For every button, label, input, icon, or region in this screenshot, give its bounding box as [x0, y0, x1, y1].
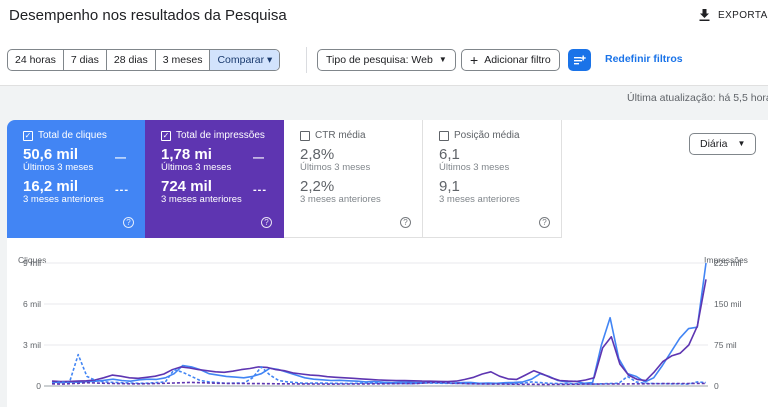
- granularity-dropdown[interactable]: Diária ▼: [689, 133, 757, 155]
- impressions-current-period: Últimos 3 meses: [161, 162, 232, 173]
- position-card[interactable]: Posição média 6,1 Últimos 3 meses 9,1 3 …: [423, 120, 562, 238]
- performance-panel: ✓ Total de cliques 50,6 mil Últimos 3 mes…: [7, 120, 768, 407]
- download-icon: [699, 9, 710, 21]
- search-type-dropdown[interactable]: Tipo de pesquisa: Web ▼: [317, 49, 456, 71]
- position-label: Posição média: [454, 130, 520, 141]
- right-tick-label: 75 mil: [714, 340, 737, 350]
- impressions-current: 1,78 mi: [161, 146, 212, 163]
- ctr-current: 2,8%: [300, 146, 335, 163]
- page-title: Desempenho nos resultados da Pesquisa: [9, 7, 287, 24]
- ctr-label-row: CTR média: [300, 130, 422, 141]
- add-filter-label: Adicionar filtro: [484, 54, 551, 66]
- top-bar: Desempenho nos resultados da Pesquisa EX…: [0, 0, 768, 34]
- filter-icon: [574, 55, 586, 64]
- help-icon[interactable]: ?: [261, 217, 272, 228]
- filter-settings-button[interactable]: [568, 49, 591, 71]
- date-range-selector: 24 horas 7 dias 28 dias 3 meses Comparar…: [7, 49, 281, 71]
- divider: [306, 47, 307, 73]
- chevron-down-icon: ▼: [737, 139, 746, 148]
- search-type-label: Tipo de pesquisa: Web: [326, 54, 433, 66]
- export-button[interactable]: EXPORTAR: [699, 9, 768, 21]
- range-24h[interactable]: 24 horas: [8, 50, 64, 70]
- checkbox-unchecked-icon[interactable]: [300, 130, 310, 141]
- ctr-label: CTR média: [315, 130, 366, 141]
- dashed-line-marker-icon: ---: [115, 184, 129, 196]
- position-current-period: Últimos 3 meses: [439, 162, 510, 173]
- solid-line-marker-icon: —: [115, 152, 127, 164]
- range-7d[interactable]: 7 dias: [64, 50, 107, 70]
- position-previous: 9,1: [439, 178, 460, 195]
- clicks-label: Total de cliques: [38, 130, 107, 141]
- help-icon[interactable]: ?: [123, 217, 134, 228]
- ctr-card[interactable]: CTR média 2,8% Últimos 3 meses 2,2% 3 me…: [284, 120, 423, 238]
- chart-lines: [51, 262, 707, 386]
- ctr-previous-period: 3 meses anteriores: [300, 194, 381, 205]
- checkbox-unchecked-icon[interactable]: [439, 130, 449, 141]
- left-tick-label: 0: [36, 381, 41, 391]
- ctr-previous: 2,2%: [300, 178, 335, 195]
- plus-icon: +: [470, 52, 479, 68]
- last-update-text: Última atualização: há 5,5 horas: [627, 92, 768, 104]
- impressions-card[interactable]: ✓ Total de impressões 1,78 mi Últimos 3 m…: [145, 120, 284, 238]
- dashed-line-marker-icon: ---: [253, 184, 267, 196]
- series-line: [51, 279, 707, 383]
- position-previous-period: 3 meses anteriores: [439, 194, 520, 205]
- granularity-label: Diária: [700, 138, 728, 150]
- range-28d[interactable]: 28 dias: [107, 50, 156, 70]
- reset-filters-link[interactable]: Redefinir filtros: [605, 53, 683, 65]
- clicks-label-row: ✓ Total de cliques: [23, 130, 145, 141]
- series-line: [51, 262, 707, 385]
- impressions-label: Total de impressões: [176, 130, 265, 141]
- checkbox-checked-icon[interactable]: ✓: [23, 130, 33, 141]
- range-compare[interactable]: Comparar ▾: [210, 50, 280, 70]
- position-label-row: Posição média: [439, 130, 561, 141]
- help-icon[interactable]: ?: [539, 217, 550, 228]
- chart-ticks: 9 mil 225 mil 6 mil 150 mil 3 mil 75 mil 0 0: [23, 258, 741, 391]
- chevron-down-icon: ▼: [438, 55, 447, 64]
- ctr-current-period: Últimos 3 meses: [300, 162, 371, 173]
- add-filter-button[interactable]: + Adicionar filtro: [461, 49, 560, 71]
- right-tick-label: 225 mil: [714, 258, 742, 268]
- help-icon[interactable]: ?: [400, 217, 411, 228]
- range-3m[interactable]: 3 meses: [156, 50, 211, 70]
- solid-line-marker-icon: —: [253, 152, 265, 164]
- export-label: EXPORTAR: [718, 9, 768, 21]
- clicks-card[interactable]: ✓ Total de cliques 50,6 mil Últimos 3 mes…: [7, 120, 145, 238]
- position-current: 6,1: [439, 146, 460, 163]
- left-tick-label: 3 mil: [23, 340, 41, 350]
- right-tick-label: 0: [714, 381, 719, 391]
- left-tick-label: 9 mil: [23, 258, 41, 268]
- left-tick-label: 6 mil: [23, 299, 41, 309]
- checkbox-checked-icon[interactable]: ✓: [161, 130, 171, 141]
- performance-chart[interactable]: 9 mil 225 mil 6 mil 150 mil 3 mil 75 mil 0 0: [7, 248, 765, 407]
- right-tick-label: 150 mil: [714, 299, 742, 309]
- filter-bar: 24 horas 7 dias 28 dias 3 meses Comparar…: [0, 34, 768, 86]
- impressions-label-row: ✓ Total de impressões: [161, 130, 284, 141]
